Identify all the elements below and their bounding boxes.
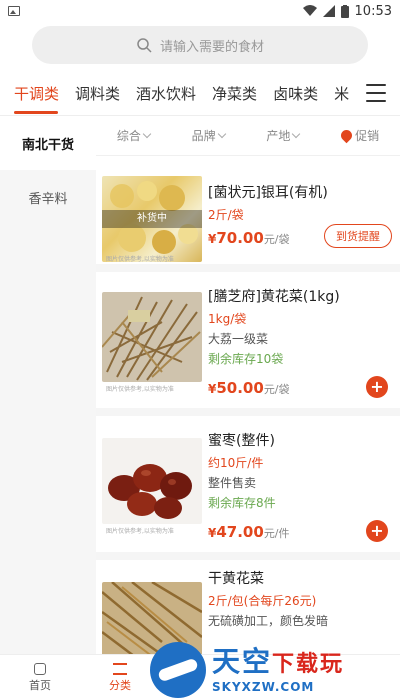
search-placeholder: 请输入需要的食材 [159, 39, 264, 55]
product-name: 干黄花菜 [208, 571, 264, 587]
site-watermark: 天空下载玩 SKYXZW.COM [150, 640, 400, 700]
product-name: [膳芝府]黄花菜(1kg) [208, 289, 340, 305]
gallery-notification-icon [8, 6, 20, 16]
restock-overlay: 补货中 [102, 210, 202, 228]
product-desc: 大荔一级菜 [208, 332, 269, 346]
product-list: 补货中 图片仅供参考,以实物为准 [菌状元]银耳(有机) 2斤/袋 ¥70.00… [96, 162, 400, 654]
search-icon [137, 38, 152, 53]
chevron-down-icon [217, 129, 226, 139]
watermark-main: 天空 [212, 644, 273, 678]
chevron-down-icon [142, 129, 152, 139]
menu-icon[interactable] [366, 84, 386, 102]
subcategory-sidebar: 南北干货 香辛料 [0, 116, 96, 654]
home-icon [34, 662, 46, 675]
product-spec: 1kg/袋 [208, 312, 247, 326]
tab-clean-veg[interactable]: 净菜类 [212, 72, 265, 116]
product-image [102, 292, 202, 382]
thumb-note: 图片仅供参考,以实物为准 [106, 528, 174, 535]
search-input[interactable]: 请输入需要的食材 [32, 26, 368, 64]
nav-home[interactable]: 首页 [0, 655, 80, 700]
nav-category[interactable]: 分类 [80, 655, 160, 700]
product-spec: 2斤/包(合每斤26元) [208, 594, 317, 608]
product-card[interactable]: 图片仅供参考,以实物为准 蜜枣(整件) 约10斤/件 整件售卖 剩余库存8件 ¥… [96, 416, 400, 560]
product-price: ¥70.00元/袋 [208, 229, 290, 247]
filter-brand[interactable]: 品牌 [192, 127, 226, 144]
filter-origin[interactable]: 产地 [266, 127, 301, 144]
airplane-logo-icon [150, 642, 206, 698]
add-to-cart-button[interactable]: + [366, 520, 388, 542]
product-image [102, 438, 202, 524]
fire-icon [338, 127, 355, 144]
arrival-reminder-button[interactable]: 到货提醒 [324, 224, 392, 248]
wifi-icon [302, 5, 317, 16]
sidebar-item-spices[interactable]: 香辛料 [0, 170, 96, 224]
product-spec: 约10斤/件 [208, 456, 264, 470]
thumb-note: 图片仅供参考,以实物为准 [106, 386, 174, 393]
tab-rice[interactable]: 米 [334, 72, 357, 116]
product-desc: 整件售卖 [208, 476, 257, 490]
battery-icon [340, 4, 349, 18]
tab-dry-seasoning[interactable]: 干调类 [14, 72, 67, 116]
filter-promotion[interactable]: 促销 [338, 127, 379, 144]
status-bar: 10:53 [0, 0, 400, 22]
product-spec: 2斤/袋 [208, 208, 244, 222]
product-price: ¥50.00元/袋 [208, 379, 290, 397]
sidebar-item-dried-goods[interactable]: 南北干货 [0, 116, 96, 170]
filter-overall[interactable]: 综合 [117, 127, 152, 144]
tab-braised[interactable]: 卤味类 [273, 72, 326, 116]
tab-condiments[interactable]: 调料类 [75, 72, 128, 116]
tab-drinks[interactable]: 酒水饮料 [136, 72, 204, 116]
category-icon [113, 662, 127, 675]
watermark-sub: SKYXZW.COM [212, 679, 315, 694]
product-stock: 剩余库存10袋 [208, 352, 284, 366]
product-name: [菌状元]银耳(有机) [208, 185, 328, 201]
watermark-accent: 下载玩 [272, 651, 345, 677]
product-card[interactable]: 补货中 图片仅供参考,以实物为准 [菌状元]银耳(有机) 2斤/袋 ¥70.00… [96, 162, 400, 272]
thumb-note: 图片仅供参考,以实物为准 [106, 256, 174, 263]
filter-bar: 综合 品牌 产地 促销 [96, 116, 400, 156]
product-stock: 剩余库存8件 [208, 496, 276, 510]
product-desc: 无硫磺加工，颜色发暗 [208, 614, 329, 628]
product-name: 蜜枣(整件) [208, 433, 275, 449]
category-tabs: 干调类 调料类 酒水饮料 净菜类 卤味类 米 [0, 72, 400, 116]
add-to-cart-button[interactable]: + [366, 376, 388, 398]
product-image: 补货中 [102, 176, 202, 262]
chevron-down-icon [292, 129, 301, 139]
product-price: ¥47.00元/件 [208, 523, 290, 541]
signal-icon [322, 5, 335, 17]
status-time: 10:53 [354, 3, 392, 19]
product-card[interactable]: 图片仅供参考,以实物为准 [膳芝府]黄花菜(1kg) 1kg/袋 大荔一级菜 剩… [96, 272, 400, 416]
